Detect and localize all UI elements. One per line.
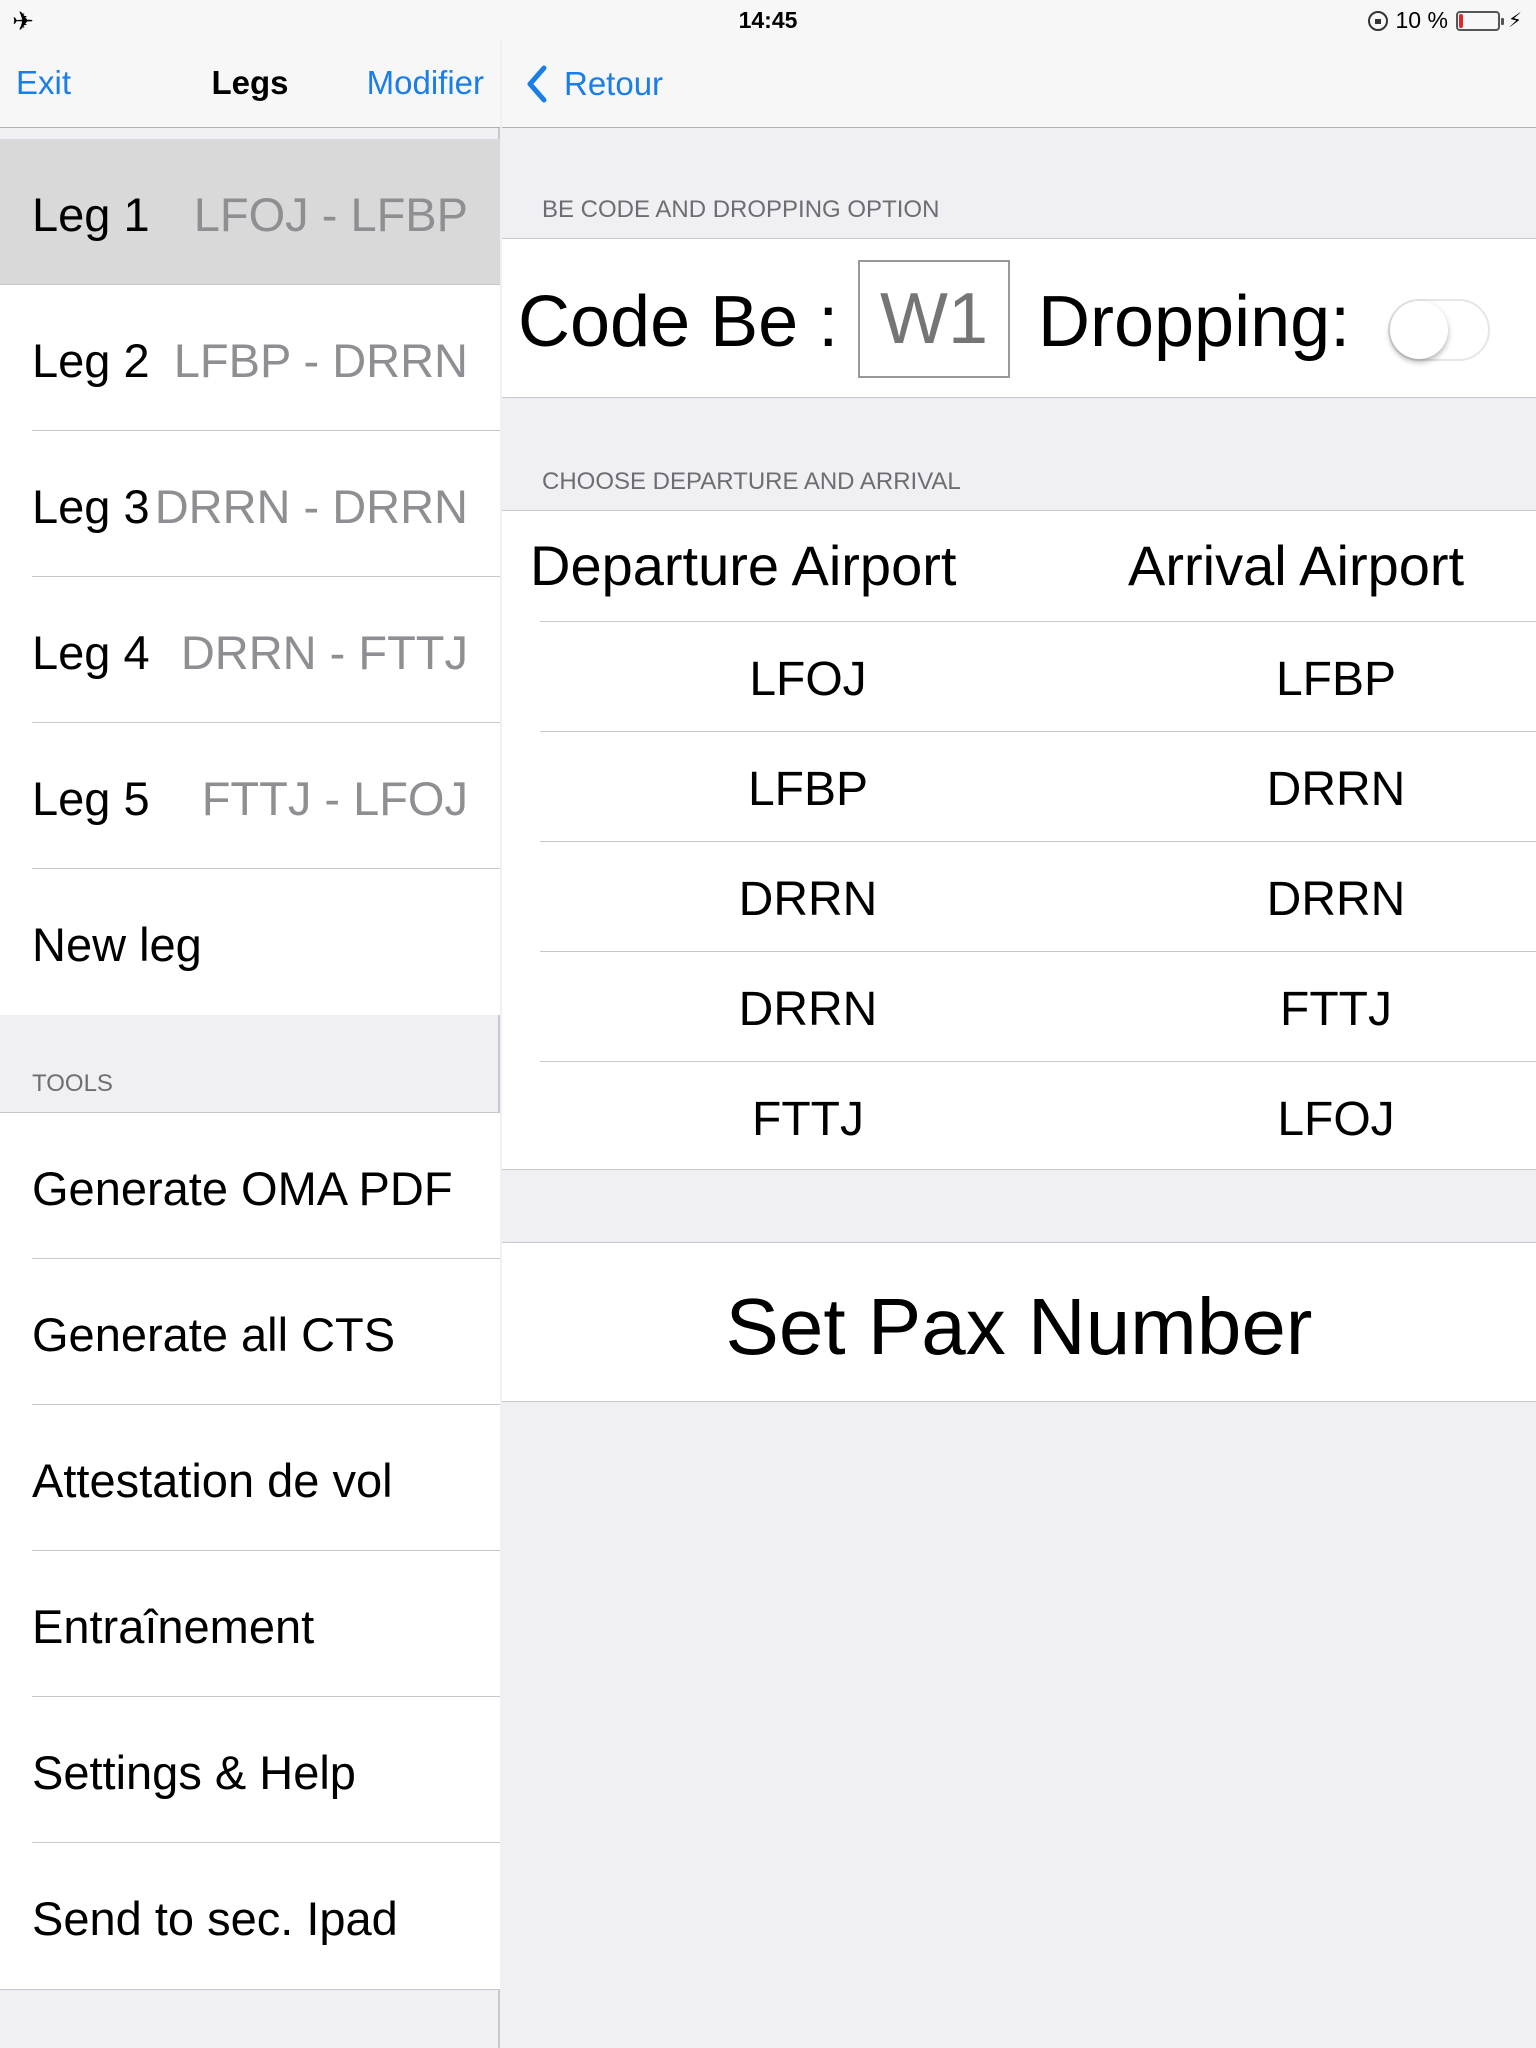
leg-detail-panel: Retour BE CODE AND DROPPING OPTION Code … (502, 0, 1536, 2048)
arrival-header: Arrival Airport (1128, 534, 1465, 597)
arrival-airport-code: LFOJ (1277, 1093, 1395, 1146)
detail-navbar: Retour (502, 40, 1536, 128)
leg-route: DRRN - DRRN (154, 480, 468, 533)
departure-airport-code: LFBP (747, 763, 869, 816)
toggle-knob (1390, 301, 1448, 359)
tool-item-label: Entraînement (32, 1600, 315, 1653)
departure-header: Departure Airport (530, 534, 957, 597)
leg-route: DRRN - FTTJ (180, 626, 468, 679)
arrival-airport-code: FTTJ (1280, 983, 1392, 1036)
tool-item[interactable]: Send to sec. Ipad (32, 1843, 500, 1989)
departure-airport-code: DRRN (738, 983, 878, 1036)
modify-button[interactable]: Modifier (367, 64, 484, 102)
back-label: Retour (564, 65, 664, 102)
tool-item[interactable]: Entraînement (32, 1551, 500, 1697)
tool-item-label: Send to sec. Ipad (32, 1892, 398, 1945)
leg-name: Leg 4 (32, 626, 150, 679)
leg-row[interactable]: Leg 4 DRRN - FTTJ (32, 577, 500, 723)
arrival-airport-code: LFBP (1275, 653, 1397, 706)
tools-list: Generate OMA PDF Generate all CTS Attestat… (0, 1112, 500, 1990)
leg-route: LFBP - DRRN (173, 334, 468, 387)
tool-item-label: Generate all CTS (32, 1308, 396, 1361)
legs-list: Leg 1 LFOJ - LFBP Leg 2 LFBP - DRRN Leg 3 DRR… (0, 139, 500, 1015)
airport-section-header: CHOOSE DEPARTURE AND ARRIVAL (542, 468, 961, 495)
airport-rows: LFOJ LFBP LFBP DRRN DRRN DRRN DRRN FTTJ FTTJ LFOJ (540, 621, 1536, 1171)
battery-percent: 10 % (1395, 7, 1448, 33)
be-section-header: BE CODE AND DROPPING OPTION (542, 196, 940, 223)
code-be-input[interactable] (858, 260, 1010, 378)
set-pax-button[interactable]: Set Pax Number (502, 1242, 1536, 1402)
leg-row[interactable]: Leg 2 LFBP - DRRN (32, 285, 500, 431)
leg-row[interactable]: Leg 5 FTTJ - LFOJ (32, 723, 500, 869)
status-time: 14:45 (738, 7, 798, 33)
leg-name: Leg 2 (32, 334, 150, 387)
tool-item[interactable]: Settings & Help (32, 1697, 500, 1843)
status-right: 10 % ⚡ (1367, 7, 1522, 34)
airport-row[interactable]: FTTJ LFOJ (540, 1061, 1536, 1171)
tools-section-header: TOOLS (32, 1070, 113, 1097)
chevron-left-icon (527, 65, 547, 103)
leg-route: LFOJ - LFBP (193, 188, 468, 241)
battery-fill (1458, 13, 1463, 28)
airport-card: Departure Airport Arrival Airport LFOJ LF… (502, 510, 1536, 1170)
tool-item[interactable]: Generate OMA PDF (32, 1113, 500, 1259)
tool-item-label: Generate OMA PDF (32, 1162, 453, 1215)
leg-name: Leg 5 (32, 772, 150, 825)
departure-airport-code: FTTJ (752, 1093, 864, 1146)
code-be-label: Code Be : (518, 282, 839, 362)
tool-item[interactable]: Generate all CTS (32, 1259, 500, 1405)
dropping-label: Dropping: (1038, 282, 1351, 362)
charging-icon: ⚡ (1507, 10, 1522, 32)
legs-navbar: Exit Legs Modifier (0, 40, 500, 128)
legs-panel: Exit Legs Modifier Leg 1 LFOJ - LFBP Leg 2… (0, 0, 500, 2048)
leg-name: Leg 1 (32, 188, 150, 241)
leg-row[interactable]: Leg 3 DRRN - DRRN (32, 431, 500, 577)
arrival-airport-code: DRRN (1266, 873, 1406, 926)
set-pax-label: Set Pax Number (725, 1282, 1313, 1371)
leg-route: FTTJ - LFOJ (201, 772, 468, 825)
departure-airport-code: DRRN (738, 873, 878, 926)
airport-row[interactable]: DRRN DRRN (540, 841, 1536, 951)
be-code-card: Code Be : Dropping: (502, 238, 1536, 398)
leg-name: Leg 3 (32, 480, 150, 533)
leg-name: New leg (32, 918, 202, 971)
airport-row[interactable]: DRRN FTTJ (540, 951, 1536, 1061)
orientation-lock-icon (1367, 10, 1388, 31)
tool-item-label: Attestation de vol (32, 1454, 393, 1507)
status-bar: ✈ 14:45 10 % ⚡ (0, 0, 1536, 40)
arrival-airport-code: DRRN (1266, 763, 1406, 816)
tool-item[interactable]: Attestation de vol (32, 1405, 500, 1551)
departure-airport-code: LFOJ (749, 653, 867, 706)
leg-row[interactable]: Leg 1 LFOJ - LFBP (0, 139, 500, 285)
battery-icon (1455, 10, 1504, 31)
tool-item-label: Settings & Help (32, 1746, 356, 1799)
new-leg-button[interactable]: New leg (32, 869, 500, 1015)
dropping-toggle[interactable] (1388, 299, 1490, 361)
airport-row[interactable]: LFOJ LFBP (540, 621, 1536, 731)
airport-row[interactable]: LFBP DRRN (540, 731, 1536, 841)
back-button[interactable]: Retour (522, 64, 663, 104)
